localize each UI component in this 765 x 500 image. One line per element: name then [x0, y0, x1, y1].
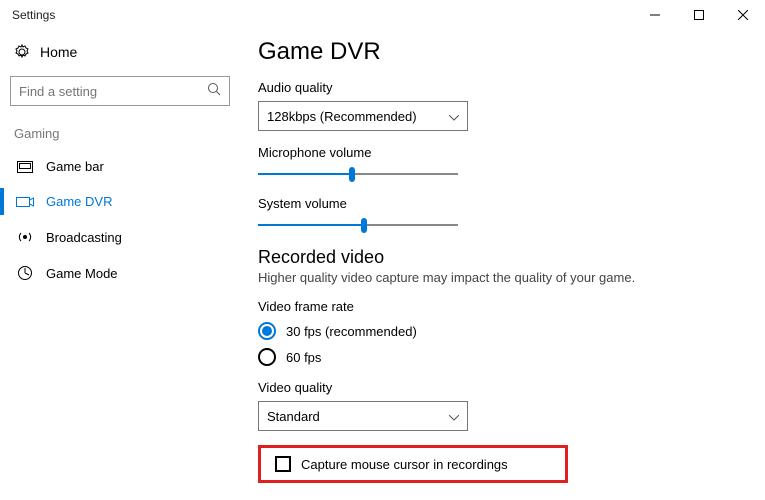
microphone-volume-label: Microphone volume — [258, 145, 745, 160]
chevron-down-icon — [449, 409, 459, 424]
sidebar-item-label: Game Mode — [46, 266, 118, 281]
search-box[interactable] — [10, 76, 230, 106]
minimize-button[interactable] — [633, 0, 677, 30]
radio-icon — [258, 322, 276, 340]
sidebar-item-broadcasting[interactable]: Broadcasting — [10, 219, 230, 255]
video-quality-label: Video quality — [258, 380, 745, 395]
search-icon — [207, 82, 221, 101]
radio-label: 30 fps (recommended) — [286, 324, 417, 339]
video-quality-dropdown[interactable]: Standard — [258, 401, 468, 431]
video-quality-value: Standard — [267, 409, 320, 424]
checkbox-icon — [275, 456, 291, 472]
sidebar-item-game-mode[interactable]: Game Mode — [10, 255, 230, 291]
window-title: Settings — [12, 8, 633, 22]
system-volume-label: System volume — [258, 196, 745, 211]
search-input[interactable] — [19, 84, 207, 99]
sidebar-group-label: Gaming — [10, 122, 230, 149]
recorded-video-subtitle: Higher quality video capture may impact … — [258, 270, 745, 285]
audio-quality-value: 128kbps (Recommended) — [267, 109, 417, 124]
maximize-button[interactable] — [677, 0, 721, 30]
framerate-option-30fps[interactable]: 30 fps (recommended) — [258, 322, 745, 340]
microphone-volume-slider[interactable] — [258, 166, 458, 182]
video-frame-rate-label: Video frame rate — [258, 299, 745, 314]
system-volume-slider[interactable] — [258, 217, 458, 233]
checkbox-label: Capture mouse cursor in recordings — [301, 457, 508, 472]
audio-quality-label: Audio quality — [258, 80, 745, 95]
slider-fill — [258, 173, 352, 175]
slider-thumb[interactable] — [361, 218, 367, 233]
recorded-video-title: Recorded video — [258, 247, 745, 268]
home-button[interactable]: Home — [10, 36, 230, 68]
sidebar-item-label: Broadcasting — [46, 230, 122, 245]
page-title: Game DVR — [258, 38, 745, 66]
audio-quality-dropdown[interactable]: 128kbps (Recommended) — [258, 101, 468, 131]
window-controls — [633, 0, 765, 30]
minimize-icon — [650, 10, 660, 20]
game-bar-icon — [16, 161, 34, 173]
capture-cursor-checkbox[interactable]: Capture mouse cursor in recordings — [275, 456, 551, 472]
game-dvr-icon — [16, 195, 34, 209]
gear-icon — [14, 44, 30, 60]
chevron-down-icon — [449, 109, 459, 124]
slider-thumb[interactable] — [349, 167, 355, 182]
framerate-option-60fps[interactable]: 60 fps — [258, 348, 745, 366]
sidebar-item-game-dvr[interactable]: Game DVR — [10, 184, 230, 219]
radio-label: 60 fps — [286, 350, 321, 365]
slider-fill — [258, 224, 364, 226]
home-label: Home — [40, 44, 77, 60]
highlighted-area: Capture mouse cursor in recordings — [258, 445, 568, 483]
sidebar-item-game-bar[interactable]: Game bar — [10, 149, 230, 184]
sidebar-item-label: Game bar — [46, 159, 104, 174]
sidebar: Home Gaming Game bar Game DVR Broa — [0, 30, 240, 500]
game-mode-icon — [16, 265, 34, 281]
content-area: Game DVR Audio quality 128kbps (Recommen… — [240, 30, 765, 500]
titlebar: Settings — [0, 0, 765, 30]
close-icon — [738, 10, 748, 20]
sidebar-item-label: Game DVR — [46, 194, 112, 209]
maximize-icon — [694, 10, 704, 20]
broadcasting-icon — [16, 229, 34, 245]
close-button[interactable] — [721, 0, 765, 30]
radio-icon — [258, 348, 276, 366]
